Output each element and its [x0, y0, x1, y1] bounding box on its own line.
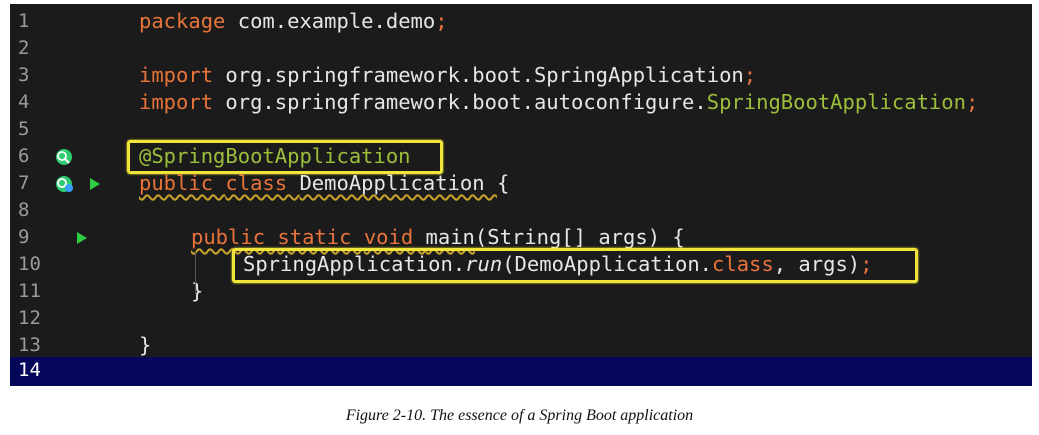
line-number: 11 — [18, 280, 41, 302]
code-line-7[interactable]: 7 public class DemoApplication { — [10, 170, 1032, 197]
code-token: ; — [435, 9, 448, 33]
code-text: public static void main(String[] args) { — [191, 224, 685, 251]
line-number: 5 — [18, 118, 30, 140]
code-token: ; — [965, 90, 979, 114]
code-editor[interactable]: 1 package com.example.demo; 2 3 import org.s… — [10, 4, 1032, 386]
run-arrow-icon[interactable] — [77, 232, 87, 244]
bean-search-icon[interactable] — [54, 147, 76, 167]
code-token: main — [425, 225, 475, 249]
code-token: void — [363, 225, 426, 249]
code-line-8[interactable]: 8 — [10, 197, 1032, 224]
code-token: com.example.demo — [237, 9, 436, 33]
figure-caption: Figure 2-10. The essence of a Spring Boo… — [345, 407, 694, 424]
code-text: import org.springframework.boot.SpringAp… — [139, 62, 756, 89]
code-text: import org.springframework.boot.autoconf… — [139, 89, 978, 116]
line-number: 14 — [18, 359, 41, 381]
line-number: 2 — [18, 37, 30, 59]
line-number: 4 — [18, 91, 30, 113]
line-number: 1 — [18, 10, 30, 32]
code-token: ; — [743, 63, 757, 87]
code-token: static — [277, 225, 364, 249]
code-line-4[interactable]: 4 import org.springframework.boot.autocon… — [10, 89, 1032, 116]
code-line-13[interactable]: 13} — [10, 332, 1032, 359]
line-number: 13 — [18, 334, 41, 356]
code-token: } — [191, 279, 204, 303]
code-token: class — [225, 171, 300, 195]
code-token: org.springframework.boot.autoconfigure. — [225, 90, 707, 114]
code-line-12[interactable]: 12 — [10, 305, 1032, 332]
line-number: 8 — [18, 199, 30, 221]
code-token: import — [139, 90, 226, 114]
run-call-highlight-box — [232, 248, 918, 283]
code-line-14[interactable]: 14 — [10, 357, 1032, 386]
run-arrow-icon[interactable] — [90, 178, 100, 190]
code-token: } — [139, 333, 152, 357]
indent-guide — [195, 251, 196, 295]
code-token: public — [139, 171, 226, 195]
code-token: import — [139, 63, 226, 87]
code-token: { — [496, 171, 510, 195]
code-text: } — [191, 278, 203, 305]
code-line-3[interactable]: 3 import org.springframework.boot.SpringA… — [10, 62, 1032, 89]
code-line-9[interactable]: 9 public static void main(String[] args) … — [10, 224, 1032, 251]
code-text: public class DemoApplication { — [139, 170, 509, 197]
code-token: public — [191, 225, 278, 249]
code-token: DemoApplication — [299, 171, 497, 195]
line-number: 6 — [18, 145, 30, 167]
code-text: package com.example.demo; — [139, 8, 448, 35]
code-line-2[interactable]: 2 — [10, 35, 1032, 62]
line-number: 12 — [18, 307, 41, 329]
line-number: 7 — [18, 172, 30, 194]
line-number: 3 — [18, 64, 30, 86]
code-token: org.springframework.boot.SpringApplicati… — [225, 63, 744, 87]
line-number: 9 — [18, 226, 30, 248]
code-token: (String[] args) { — [474, 225, 685, 249]
annotation-highlight-box — [127, 140, 443, 174]
bean-run-icon[interactable] — [54, 174, 76, 194]
code-line-5[interactable]: 5 — [10, 116, 1032, 143]
code-text: } — [139, 332, 151, 359]
code-token: package — [139, 9, 238, 33]
line-number: 10 — [18, 253, 41, 275]
code-token: SpringBootApplication — [706, 90, 966, 114]
code-line-1[interactable]: 1 package com.example.demo; — [10, 8, 1032, 35]
